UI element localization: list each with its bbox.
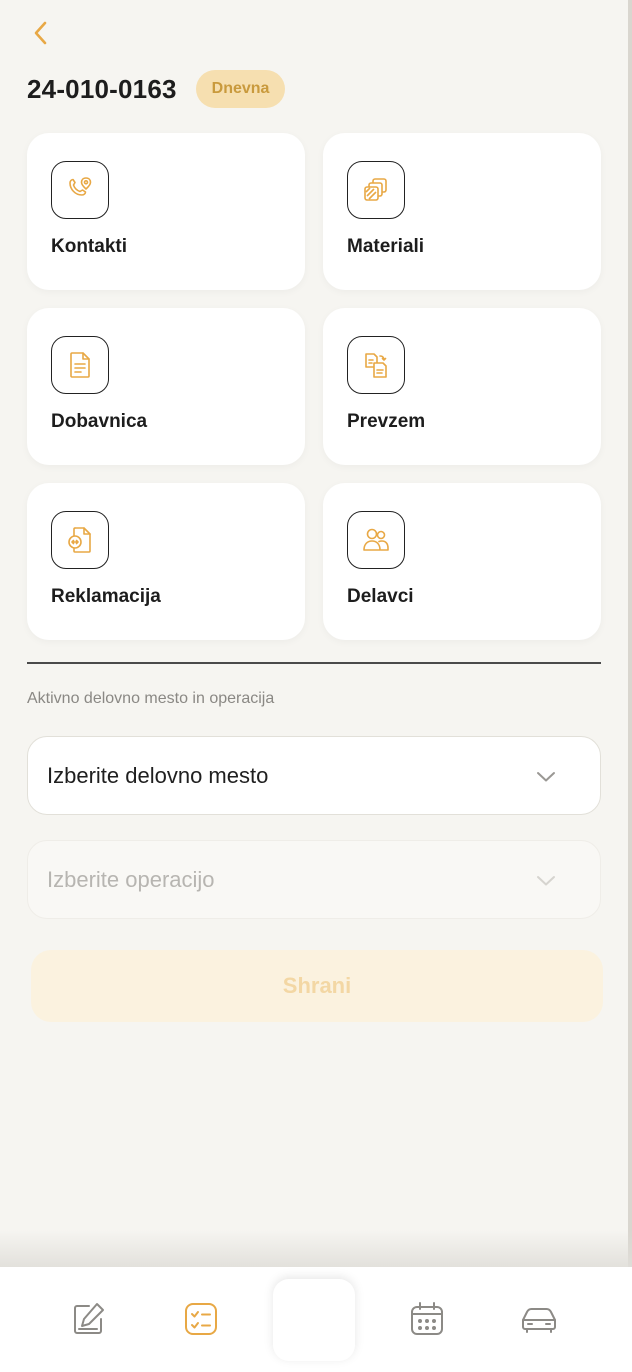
card-reklamacija[interactable]: Reklamacija — [27, 483, 305, 640]
car-icon — [522, 1308, 556, 1333]
center-action-button[interactable] — [273, 1279, 355, 1361]
card-label: Dobavnica — [51, 411, 148, 432]
bottom-tab-bar — [0, 1267, 632, 1372]
card-dobavnica[interactable]: Dobavnica — [27, 308, 305, 465]
card-label: Kontakti — [51, 236, 127, 257]
operation-select[interactable]: Izberite operacijo — [27, 840, 601, 919]
tab-tasks[interactable] — [181, 1299, 221, 1339]
document-icon — [51, 336, 109, 394]
chevron-down-icon — [537, 876, 555, 886]
document-exchange-icon — [51, 511, 109, 569]
menu-grid: Kontakti Materiali Dobavnica Prevzem Rek… — [27, 133, 601, 640]
scrollbar[interactable] — [628, 0, 632, 1268]
phone-location-icon — [51, 161, 109, 219]
checklist-icon — [185, 1303, 217, 1335]
card-materiali[interactable]: Materiali — [323, 133, 601, 290]
back-button[interactable] — [26, 18, 56, 48]
status-badge: Dnevna — [195, 70, 286, 108]
card-delavci[interactable]: Delavci — [323, 483, 601, 640]
page-header: 24-010-0163 Dnevna — [27, 70, 286, 108]
users-icon — [347, 511, 405, 569]
save-button[interactable]: Shrani — [31, 950, 603, 1022]
workplace-select-value: Izberite delovno mesto — [47, 762, 269, 788]
card-label: Prevzem — [347, 411, 426, 432]
page: 24-010-0163 Dnevna Kontakti Materiali Do… — [0, 0, 632, 1372]
edit-icon — [74, 1303, 104, 1334]
layers-icon — [347, 161, 405, 219]
card-label: Delavci — [347, 586, 414, 607]
divider — [27, 662, 601, 664]
chevron-left-icon — [34, 21, 47, 45]
operation-select-value: Izberite operacijo — [47, 866, 215, 892]
card-label: Materiali — [347, 236, 425, 257]
section-label: Aktivno delovno mesto in operacija — [27, 690, 275, 707]
card-label: Reklamacija — [51, 586, 161, 607]
card-prevzem[interactable]: Prevzem — [323, 308, 601, 465]
document-transfer-icon — [347, 336, 405, 394]
tabbar-shadow — [0, 1230, 632, 1268]
card-kontakti[interactable]: Kontakti — [27, 133, 305, 290]
chevron-down-icon — [537, 772, 555, 782]
tab-calendar[interactable] — [407, 1299, 447, 1339]
workplace-select[interactable]: Izberite delovno mesto — [27, 736, 601, 815]
tab-edit[interactable] — [68, 1299, 108, 1339]
page-title: 24-010-0163 — [27, 73, 177, 104]
tab-vehicles[interactable] — [519, 1299, 559, 1339]
calendar-icon — [411, 1302, 443, 1335]
